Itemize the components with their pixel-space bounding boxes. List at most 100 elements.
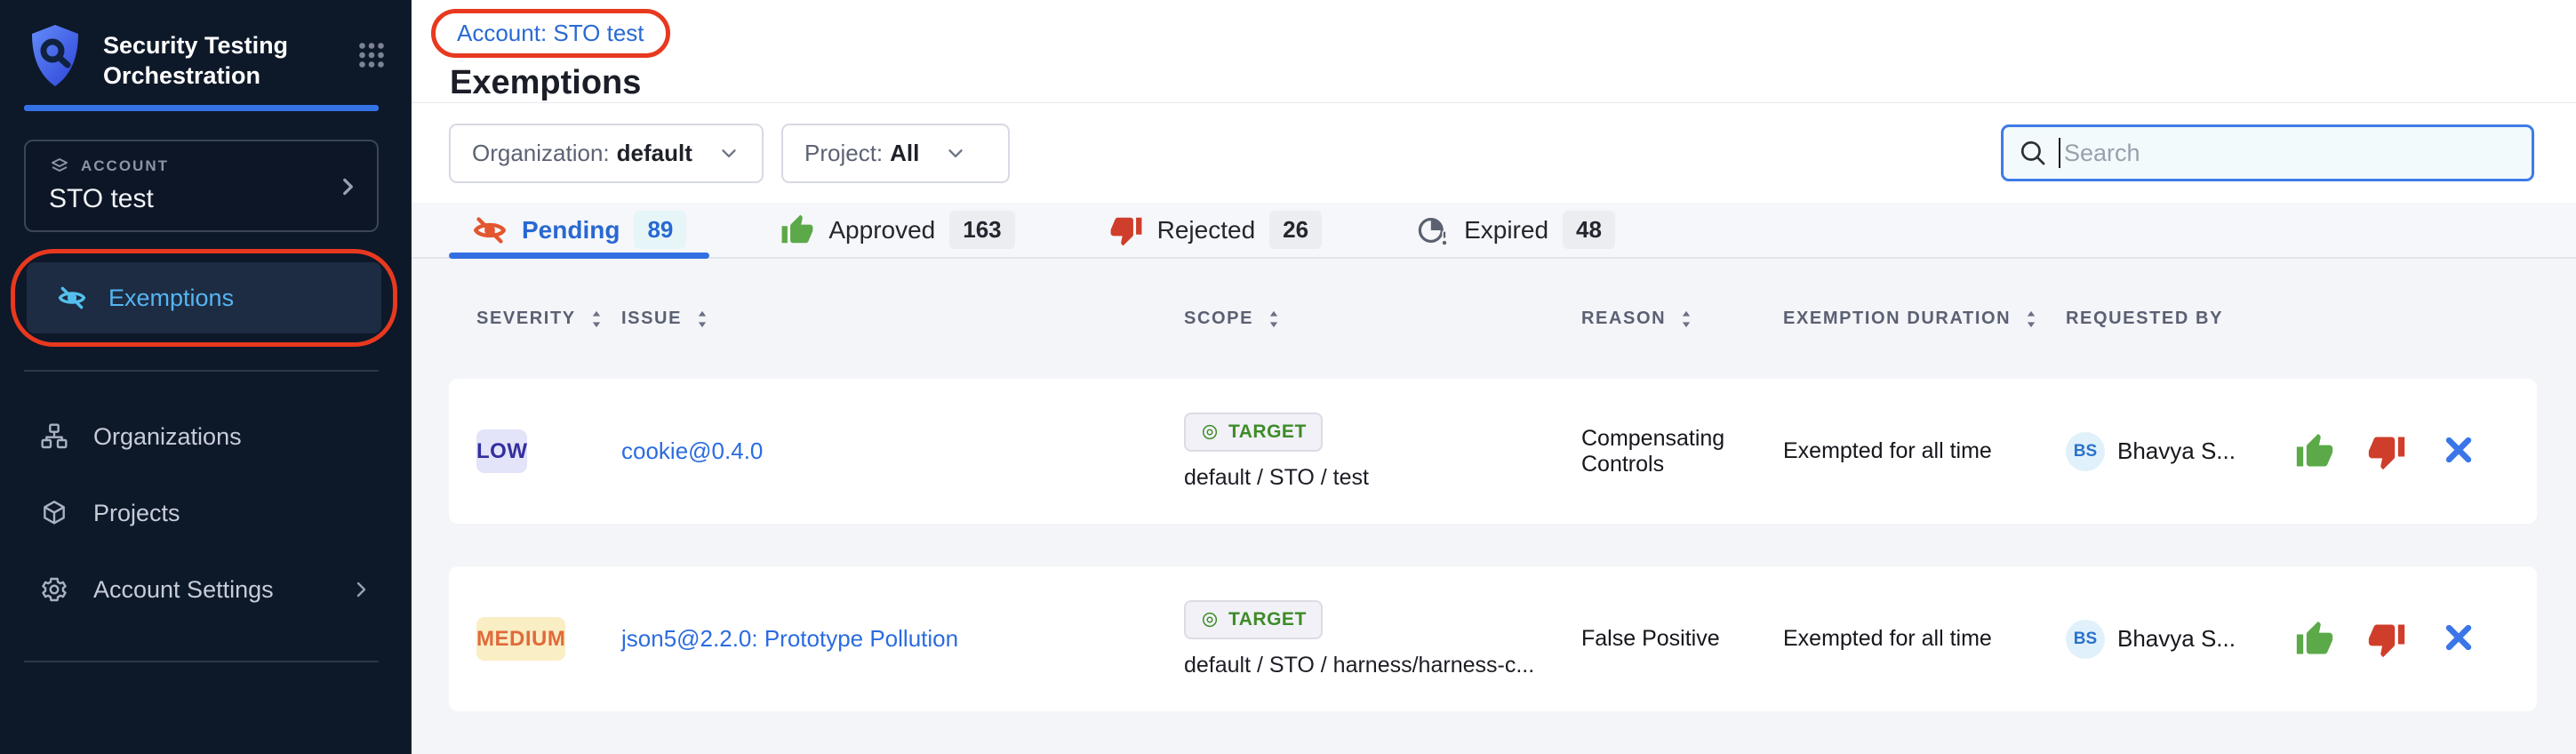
annotation-breadcrumb-highlight: Account: STO test: [431, 9, 670, 58]
sidebar-item-exemptions[interactable]: Exemptions: [27, 262, 381, 333]
column-header-reason[interactable]: REASON: [1581, 309, 1783, 329]
sort-icon: [693, 309, 711, 329]
reject-button[interactable]: [2367, 432, 2406, 471]
issue-link[interactable]: json5@2.2.0: Prototype Pollution: [621, 625, 958, 652]
sidebar-item-label: Account Settings: [93, 576, 274, 604]
chevron-down-icon: [717, 141, 740, 164]
tab-count-badge: 163: [949, 211, 1014, 249]
sidebar-item-account-settings[interactable]: Account Settings: [0, 560, 411, 619]
tab-count-badge: 89: [634, 211, 686, 249]
chevron-right-icon: [336, 175, 359, 198]
target-badge: TARGET: [1184, 413, 1323, 452]
column-header-scope[interactable]: SCOPE: [1184, 309, 1581, 329]
chevron-right-icon: [350, 579, 372, 600]
account-label: ACCOUNT: [81, 157, 169, 175]
severity-badge: MEDIUM: [476, 617, 565, 661]
avatar: BS: [2066, 432, 2105, 471]
filter-bar: Organization: default Project: All: [412, 103, 2576, 203]
project-filter-dropdown[interactable]: Project: All: [781, 124, 1010, 183]
requester-name: Bhavya S...: [2117, 437, 2236, 465]
cancel-request-button[interactable]: [2439, 432, 2478, 471]
sitemap-icon: [40, 422, 68, 451]
accent-bar: [24, 105, 379, 111]
scope-cell: TARGET default / STO / harness/harness-c…: [1184, 600, 1581, 678]
table-row: LOW cookie@0.4.0 TARGET default / STO / …: [449, 379, 2537, 524]
sort-icon: [588, 309, 605, 329]
organization-filter-value: default: [617, 140, 692, 167]
organization-filter-dropdown[interactable]: Organization: default: [449, 124, 764, 183]
search-input[interactable]: [2064, 140, 2517, 167]
text-caret: [2059, 138, 2060, 168]
main-content: Account: STO test Exemptions Organizatio…: [412, 0, 2576, 754]
duration-cell: Exempted for all time: [1783, 626, 2066, 652]
reject-button[interactable]: [2367, 620, 2406, 659]
tab-approved[interactable]: Approved 163: [757, 203, 1037, 257]
column-header-exemption-duration[interactable]: EXEMPTION DURATION: [1783, 309, 2066, 329]
sidebar-header: Security Testing Orchestration: [0, 0, 411, 91]
tab-expired[interactable]: Expired 48: [1393, 203, 1638, 257]
requested-by-cell: BS Bhavya S...: [2066, 432, 2284, 471]
column-header-issue[interactable]: ISSUE: [621, 309, 1184, 329]
page-title: Exemptions: [450, 64, 2576, 102]
sort-icon: [1677, 309, 1695, 329]
approve-button[interactable]: [2295, 620, 2334, 659]
target-badge: TARGET: [1184, 600, 1323, 639]
expired-clock-icon: [1416, 213, 1450, 247]
column-header-severity[interactable]: SEVERITY: [476, 309, 621, 329]
tab-label: Expired: [1464, 216, 1548, 245]
search-box: [2001, 124, 2534, 181]
gear-icon: [40, 575, 68, 604]
tab-count-badge: 48: [1563, 211, 1615, 249]
layers-icon: [49, 156, 70, 177]
cancel-request-button[interactable]: [2439, 620, 2478, 659]
eye-off-icon: [57, 283, 87, 313]
duration-cell: Exempted for all time: [1783, 438, 2066, 464]
issue-link[interactable]: cookie@0.4.0: [621, 437, 763, 464]
account-name: STO test: [49, 184, 359, 214]
sort-icon: [1265, 309, 1283, 329]
sidebar-item-label: Organizations: [93, 423, 242, 451]
severity-badge: LOW: [476, 429, 527, 473]
scope-cell: TARGET default / STO / test: [1184, 413, 1581, 491]
search-icon: [2018, 138, 2048, 168]
table-row: MEDIUM json5@2.2.0: Prototype Pollution …: [449, 566, 2537, 711]
sto-shield-logo: [27, 23, 84, 89]
table-header-row: SEVERITY ISSUE SCOPE: [449, 259, 2537, 379]
tab-rejected[interactable]: Rejected 26: [1086, 203, 1345, 257]
sidebar-item-label: Projects: [93, 500, 180, 527]
sidebar-item-label: Exemptions: [108, 285, 234, 312]
page-header: Account: STO test Exemptions: [412, 0, 2576, 103]
chevron-down-icon: [944, 141, 967, 164]
project-filter-label: Project:: [804, 140, 883, 167]
organization-filter-label: Organization:: [472, 140, 610, 167]
app-title: Security Testing Orchestration: [103, 30, 315, 91]
breadcrumb-account-link[interactable]: Account: STO test: [457, 20, 644, 46]
requested-by-cell: BS Bhavya S...: [2066, 620, 2284, 659]
target-icon: [1200, 610, 1220, 630]
tab-label: Pending: [522, 216, 620, 245]
thumbs-down-icon: [2367, 620, 2406, 659]
approve-button[interactable]: [2295, 432, 2334, 471]
sidebar-divider: [24, 370, 379, 372]
account-selector[interactable]: ACCOUNT STO test: [24, 140, 379, 232]
reason-cell: Compensating Controls: [1581, 426, 1783, 477]
sidebar-item-organizations[interactable]: Organizations: [0, 407, 411, 466]
thumbs-up-icon: [780, 213, 814, 247]
sidebar-divider: [24, 661, 379, 662]
sidebar-nav: Organizations Projects A: [0, 407, 411, 619]
app-root: Security Testing Orchestration ACCOUNT: [0, 0, 2576, 754]
module-grid-icon[interactable]: [356, 39, 388, 71]
account-caption: ACCOUNT: [49, 156, 359, 177]
sidebar-item-projects[interactable]: Projects: [0, 484, 411, 542]
scope-path: default / STO / test: [1184, 465, 1369, 491]
sidebar: Security Testing Orchestration ACCOUNT: [0, 0, 412, 754]
row-actions: [2284, 620, 2509, 659]
thumbs-down-icon: [2367, 432, 2406, 471]
tab-pending[interactable]: Pending 89: [449, 203, 709, 257]
cube-icon: [40, 499, 68, 527]
annotation-exemptions-highlight: Exemptions: [11, 249, 397, 347]
tab-count-badge: 26: [1269, 211, 1322, 249]
column-header-requested-by: REQUESTED BY: [2066, 309, 2284, 329]
scope-path: default / STO / harness/harness-c...: [1184, 653, 1534, 678]
x-icon: [2441, 432, 2476, 468]
